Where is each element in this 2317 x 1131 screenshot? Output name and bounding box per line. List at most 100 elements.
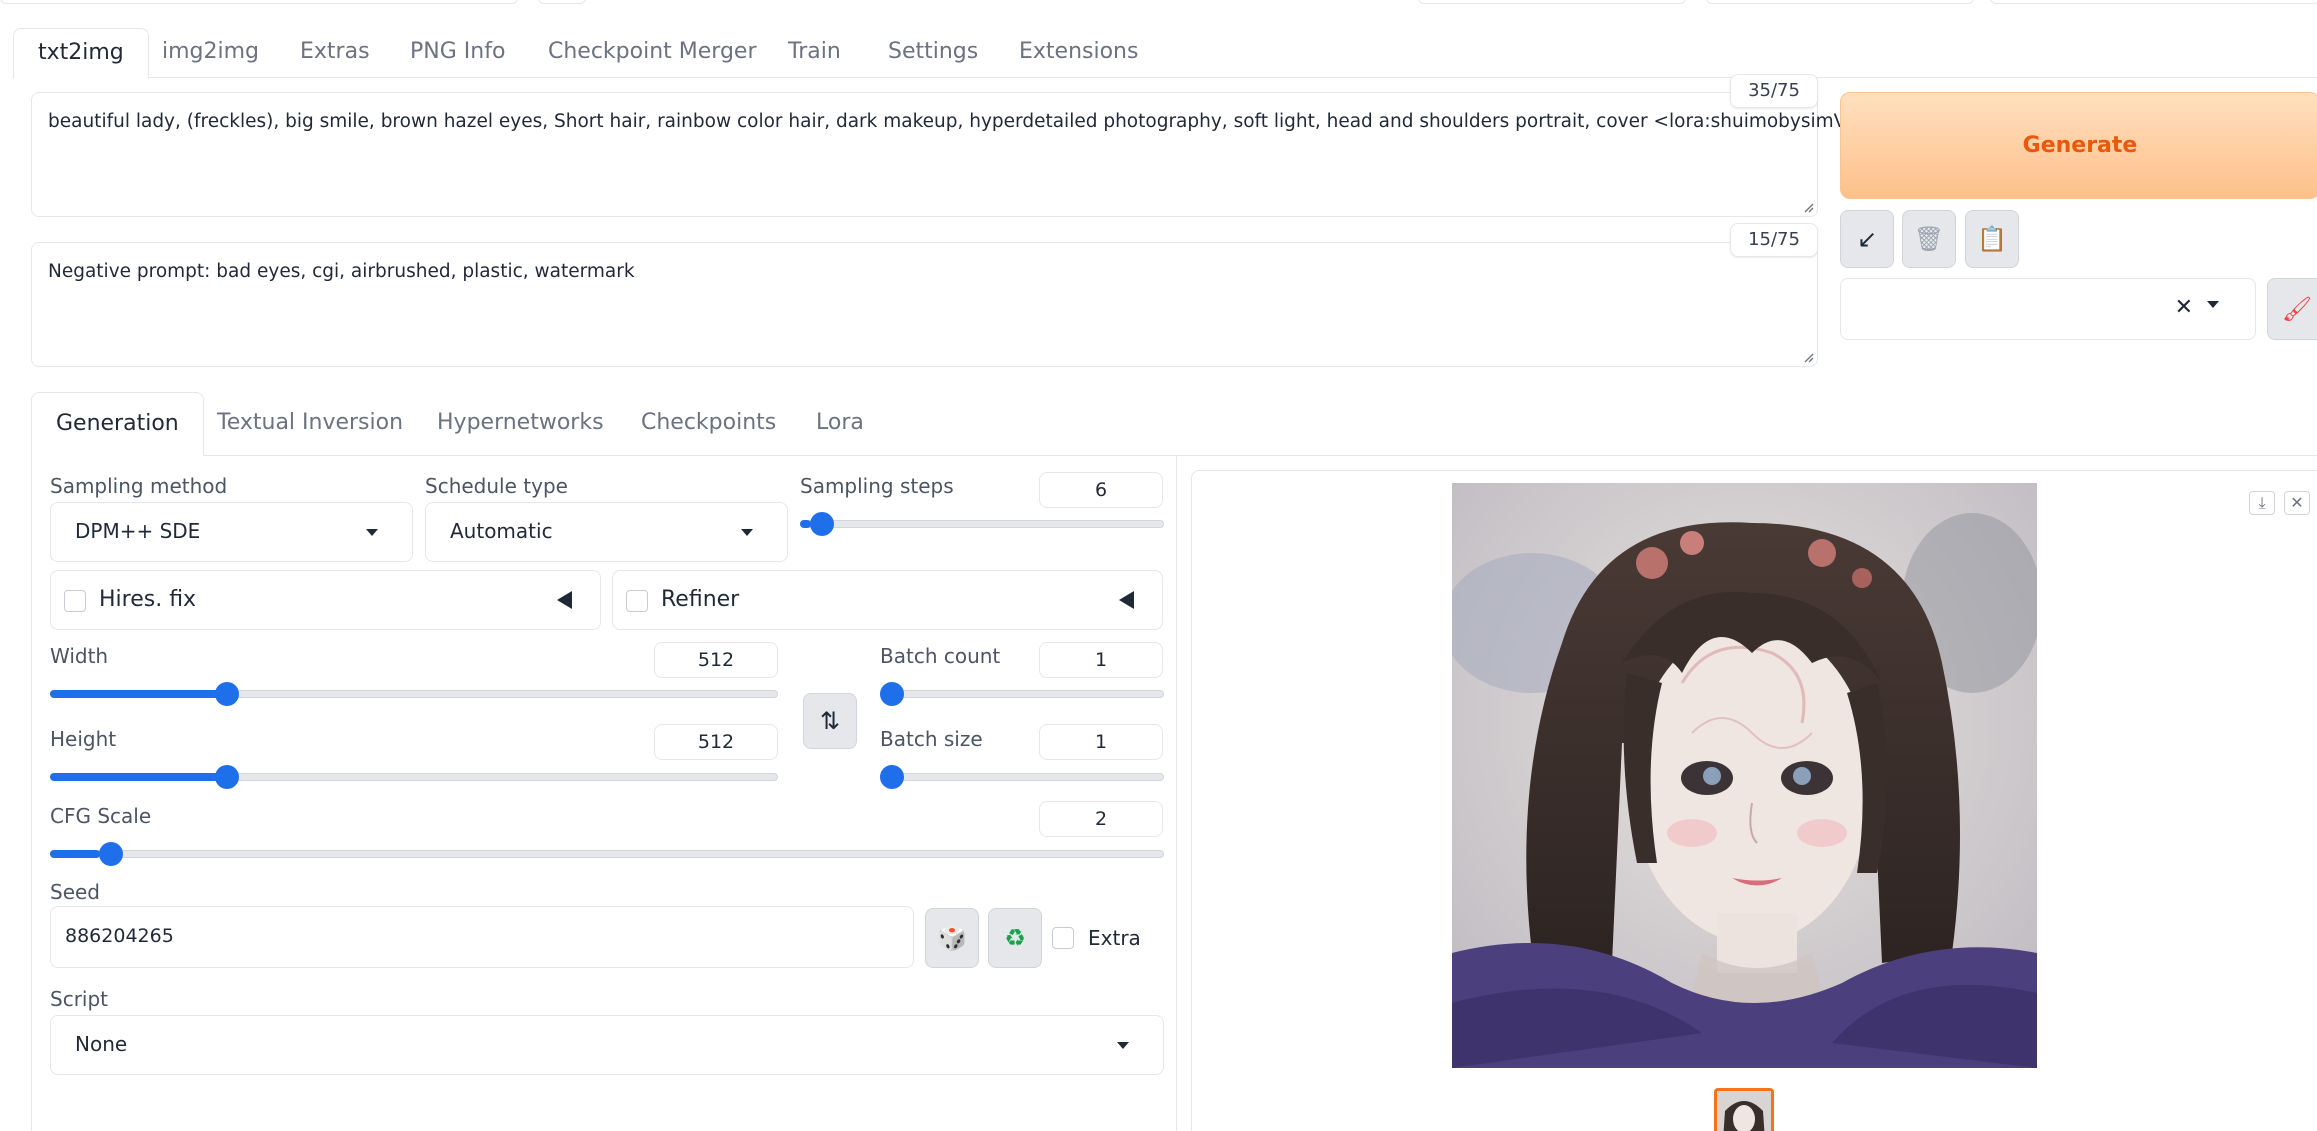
slider-track: [880, 690, 1164, 698]
slider-thumb[interactable]: [880, 765, 904, 789]
prompt-token-counter: 35/75: [1730, 74, 1818, 108]
chevron-down-icon: [366, 529, 378, 536]
slider-track: [50, 850, 1164, 858]
output-gallery: ⤓ ✕: [1191, 470, 2317, 1131]
sampling-method-dropdown[interactable]: DPM++ SDE: [50, 502, 413, 562]
refiner-accordion[interactable]: Refiner: [612, 570, 1163, 630]
cfg-scale-input[interactable]: 2: [1039, 801, 1163, 837]
negative-prompt-text: Negative prompt: bad eyes, cgi, airbrush…: [48, 261, 635, 282]
paintbrush-icon: 🖌: [2281, 295, 2313, 323]
swap-dimensions-button[interactable]: ⇅: [803, 693, 857, 749]
generate-button[interactable]: Generate: [1840, 92, 2317, 199]
sampling-steps-input[interactable]: 6: [1039, 472, 1163, 508]
chevron-down-icon: [2207, 301, 2219, 308]
generated-image[interactable]: [1452, 483, 2037, 1068]
slider-thumb[interactable]: [215, 765, 240, 789]
hires-fix-checkbox[interactable]: [64, 590, 86, 612]
tab-textual-inversion[interactable]: Textual Inversion: [217, 392, 403, 456]
hires-fix-accordion[interactable]: Hires. fix: [50, 570, 601, 630]
slider-track: [800, 520, 1164, 528]
edit-styles-button[interactable]: 🖌: [2267, 278, 2317, 340]
tab-extras[interactable]: Extras: [300, 28, 370, 78]
top-toolbar-remnant: [0, 0, 2317, 8]
height-slider[interactable]: [50, 765, 778, 789]
tab-generation[interactable]: Generation: [31, 392, 204, 457]
settings-select-remnant[interactable]: [1990, 0, 2317, 4]
download-button[interactable]: ⤓: [2249, 491, 2275, 515]
clipboard-icon: 📋: [1977, 225, 2007, 253]
slider-thumb[interactable]: [810, 512, 835, 536]
seed-label: Seed: [50, 880, 100, 904]
refiner-checkbox[interactable]: [626, 590, 648, 612]
tab-checkpoints[interactable]: Checkpoints: [641, 392, 776, 456]
thumbnail-image: [1717, 1091, 1771, 1131]
vae-select-remnant[interactable]: [1418, 0, 1686, 4]
read-params-button[interactable]: ↙: [1840, 210, 1894, 268]
slider-fill: [50, 850, 101, 858]
batch-count-slider[interactable]: [880, 682, 1164, 706]
clear-icon[interactable]: ✕: [2175, 295, 2193, 320]
arrow-down-left-icon: ↙: [1856, 225, 1878, 253]
resize-grip-icon[interactable]: [1802, 351, 1814, 363]
dice-icon: 🎲: [937, 924, 967, 952]
slider-thumb[interactable]: [99, 842, 124, 866]
tab-train[interactable]: Train: [788, 28, 841, 78]
width-slider[interactable]: [50, 682, 778, 706]
random-seed-button[interactable]: 🎲: [925, 908, 979, 968]
apply-styles-button[interactable]: 📋: [1965, 210, 2019, 268]
width-input[interactable]: 512: [654, 642, 778, 678]
script-dropdown[interactable]: None: [50, 1015, 1164, 1075]
styles-dropdown[interactable]: ✕: [1840, 278, 2256, 340]
recycle-icon: ♻: [1004, 924, 1026, 952]
cfg-scale-label: CFG Scale: [50, 804, 152, 828]
tab-extensions[interactable]: Extensions: [1019, 28, 1138, 78]
batch-count-label: Batch count: [880, 644, 1001, 668]
portrait-illustration: [1452, 483, 2037, 1068]
tab-settings[interactable]: Settings: [888, 28, 978, 78]
seed-input[interactable]: 886204265: [50, 906, 914, 968]
extra-seed-label: Extra: [1088, 926, 1141, 950]
cfg-scale-slider[interactable]: [50, 842, 1164, 866]
collapse-triangle-icon[interactable]: [557, 591, 572, 609]
slider-thumb[interactable]: [215, 682, 240, 706]
slider-thumb[interactable]: [880, 682, 904, 706]
schedule-type-dropdown[interactable]: Automatic: [425, 502, 788, 562]
batch-count-input[interactable]: 1: [1039, 642, 1163, 678]
sampling-steps-label: Sampling steps: [800, 474, 954, 498]
height-label: Height: [50, 727, 117, 751]
checkpoint-select-remnant[interactable]: [0, 0, 518, 4]
swap-arrows-icon: ⇅: [819, 707, 841, 735]
batch-size-input[interactable]: 1: [1039, 724, 1163, 760]
trash-icon: 🗑: [1913, 225, 1945, 253]
extra-seed-checkbox[interactable]: [1052, 927, 1074, 949]
gallery-thumbnail[interactable]: [1714, 1088, 1774, 1131]
prompt-textarea[interactable]: beautiful lady, (freckles), big smile, b…: [31, 92, 1892, 217]
reuse-seed-button[interactable]: ♻: [988, 908, 1042, 968]
chevron-down-icon: [1117, 1042, 1129, 1049]
tab-checkpoint-merger[interactable]: Checkpoint Merger: [548, 28, 757, 78]
tab-img2img[interactable]: img2img: [162, 28, 259, 78]
batch-size-slider[interactable]: [880, 765, 1164, 789]
tab-lora[interactable]: Lora: [816, 392, 864, 456]
main-tab-bar: txt2img img2img Extras PNG Info Checkpoi…: [13, 28, 2317, 79]
close-preview-button[interactable]: ✕: [2284, 491, 2310, 515]
collapse-triangle-icon[interactable]: [1119, 591, 1134, 609]
negative-prompt-textarea[interactable]: Negative prompt: bad eyes, cgi, airbrush…: [31, 242, 1818, 367]
tab-hypernetworks[interactable]: Hypernetworks: [437, 392, 604, 456]
resize-grip-icon[interactable]: [1802, 201, 1814, 213]
close-icon: ✕: [2290, 493, 2304, 512]
slider-fill: [50, 773, 222, 781]
script-value: None: [75, 1032, 128, 1056]
negative-prompt-token-counter: 15/75: [1730, 223, 1818, 257]
tab-txt2img[interactable]: txt2img: [13, 28, 149, 79]
clear-prompt-button[interactable]: 🗑: [1902, 210, 1956, 268]
height-input[interactable]: 512: [654, 724, 778, 760]
sampling-steps-slider[interactable]: [800, 512, 1164, 536]
refresh-button-remnant[interactable]: [538, 0, 586, 4]
prompt-text: beautiful lady, (freckles), big smile, b…: [48, 111, 1892, 132]
slider-fill: [50, 690, 222, 698]
extra-networks-tab-bar: Generation Textual Inversion Hypernetwor…: [31, 392, 2317, 457]
schedule-type-label: Schedule type: [425, 474, 568, 498]
clip-select-remnant[interactable]: [1706, 0, 1974, 4]
tab-png-info[interactable]: PNG Info: [410, 28, 505, 78]
